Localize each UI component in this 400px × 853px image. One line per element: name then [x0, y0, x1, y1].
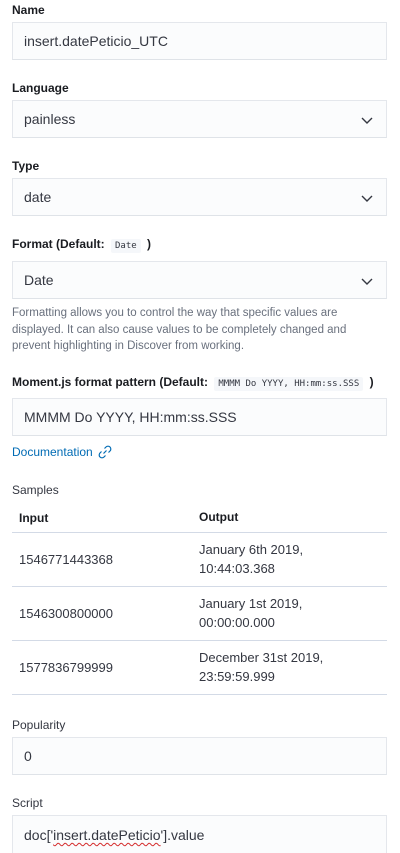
sample-output-line1: January 6th 2019,: [199, 542, 304, 557]
type-select[interactable]: date: [12, 178, 387, 216]
moment-format-value: MMMM Do YYYY, HH:mm:ss.SSS: [24, 409, 237, 425]
sample-output: January 1st 2019, 00:00:00.000: [199, 595, 387, 632]
samples-table: Input Output 1546771443368 January 6th 2…: [12, 503, 387, 695]
type-label: Type: [12, 159, 40, 173]
moment-format-label: Moment.js format pattern (Default: MMMM …: [12, 375, 374, 391]
samples-header-row: Input Output: [12, 503, 387, 533]
output-column-header: Output: [199, 510, 239, 525]
sample-output-line2: 23:59:59.999: [199, 668, 275, 684]
format-label-text: Format (Default:: [12, 237, 105, 251]
format-select[interactable]: Date: [12, 261, 387, 299]
sample-output-line2: 10:44:03.368: [199, 560, 275, 576]
moment-default-code: MMMM Do YYYY, HH:mm:ss.SSS: [214, 377, 364, 391]
name-label: Name: [12, 3, 45, 17]
language-value: painless: [24, 111, 76, 127]
sample-output-line2: 00:00:00.000: [199, 614, 275, 630]
popularity-input[interactable]: 0: [12, 737, 387, 775]
format-value: Date: [24, 272, 54, 288]
documentation-label: Documentation: [12, 445, 93, 459]
script-field-name: insert.datePeticio: [53, 827, 161, 843]
script-suffix: '].value: [160, 827, 205, 843]
name-input[interactable]: insert.datePeticio_UTC: [12, 22, 387, 60]
type-value: date: [24, 189, 52, 205]
documentation-link[interactable]: Documentation: [12, 444, 113, 460]
language-label: Language: [12, 81, 69, 95]
table-row: 1546771443368 January 6th 2019, 10:44:03…: [12, 533, 387, 587]
moment-label-text: Moment.js format pattern (Default:: [12, 375, 209, 389]
script-editor[interactable]: doc['insert.datePeticio'].value: [12, 815, 387, 853]
sample-output-line1: December 31st 2019,: [199, 650, 324, 665]
sample-input: 1546300800000: [19, 606, 113, 621]
sample-input: 1546771443368: [19, 552, 113, 567]
language-select[interactable]: painless: [12, 100, 387, 138]
script-text: doc['insert.datePeticio'].value: [24, 827, 204, 843]
chevron-down-icon: [361, 117, 373, 124]
table-row: 1577836799999 December 31st 2019, 23:59:…: [12, 641, 387, 695]
input-column-header: Input: [19, 510, 49, 525]
moment-format-input[interactable]: MMMM Do YYYY, HH:mm:ss.SSS: [12, 398, 387, 436]
format-default-code: Date: [111, 239, 141, 253]
format-help-text: Formatting allows you to control the way…: [12, 307, 347, 352]
chevron-down-icon: [361, 278, 373, 285]
sample-input: 1577836799999: [19, 660, 113, 675]
moment-label-suffix: ): [369, 375, 374, 389]
sample-output: January 6th 2019, 10:44:03.368: [199, 541, 387, 578]
popularity-value: 0: [24, 748, 32, 764]
samples-label: Samples: [12, 483, 59, 497]
popularity-label: Popularity: [12, 718, 66, 732]
chevron-down-icon: [361, 195, 373, 202]
sample-output: December 31st 2019, 23:59:59.999: [199, 649, 387, 686]
format-label-suffix: ): [147, 237, 152, 251]
table-row: 1546300800000 January 1st 2019, 00:00:00…: [12, 587, 387, 641]
name-value: insert.datePeticio_UTC: [24, 33, 168, 49]
sample-output-line1: January 1st 2019,: [199, 596, 303, 611]
format-label: Format (Default: Date ): [12, 237, 152, 253]
script-prefix: doc[': [24, 827, 54, 843]
script-label: Script: [12, 796, 43, 810]
link-icon: [98, 445, 112, 459]
